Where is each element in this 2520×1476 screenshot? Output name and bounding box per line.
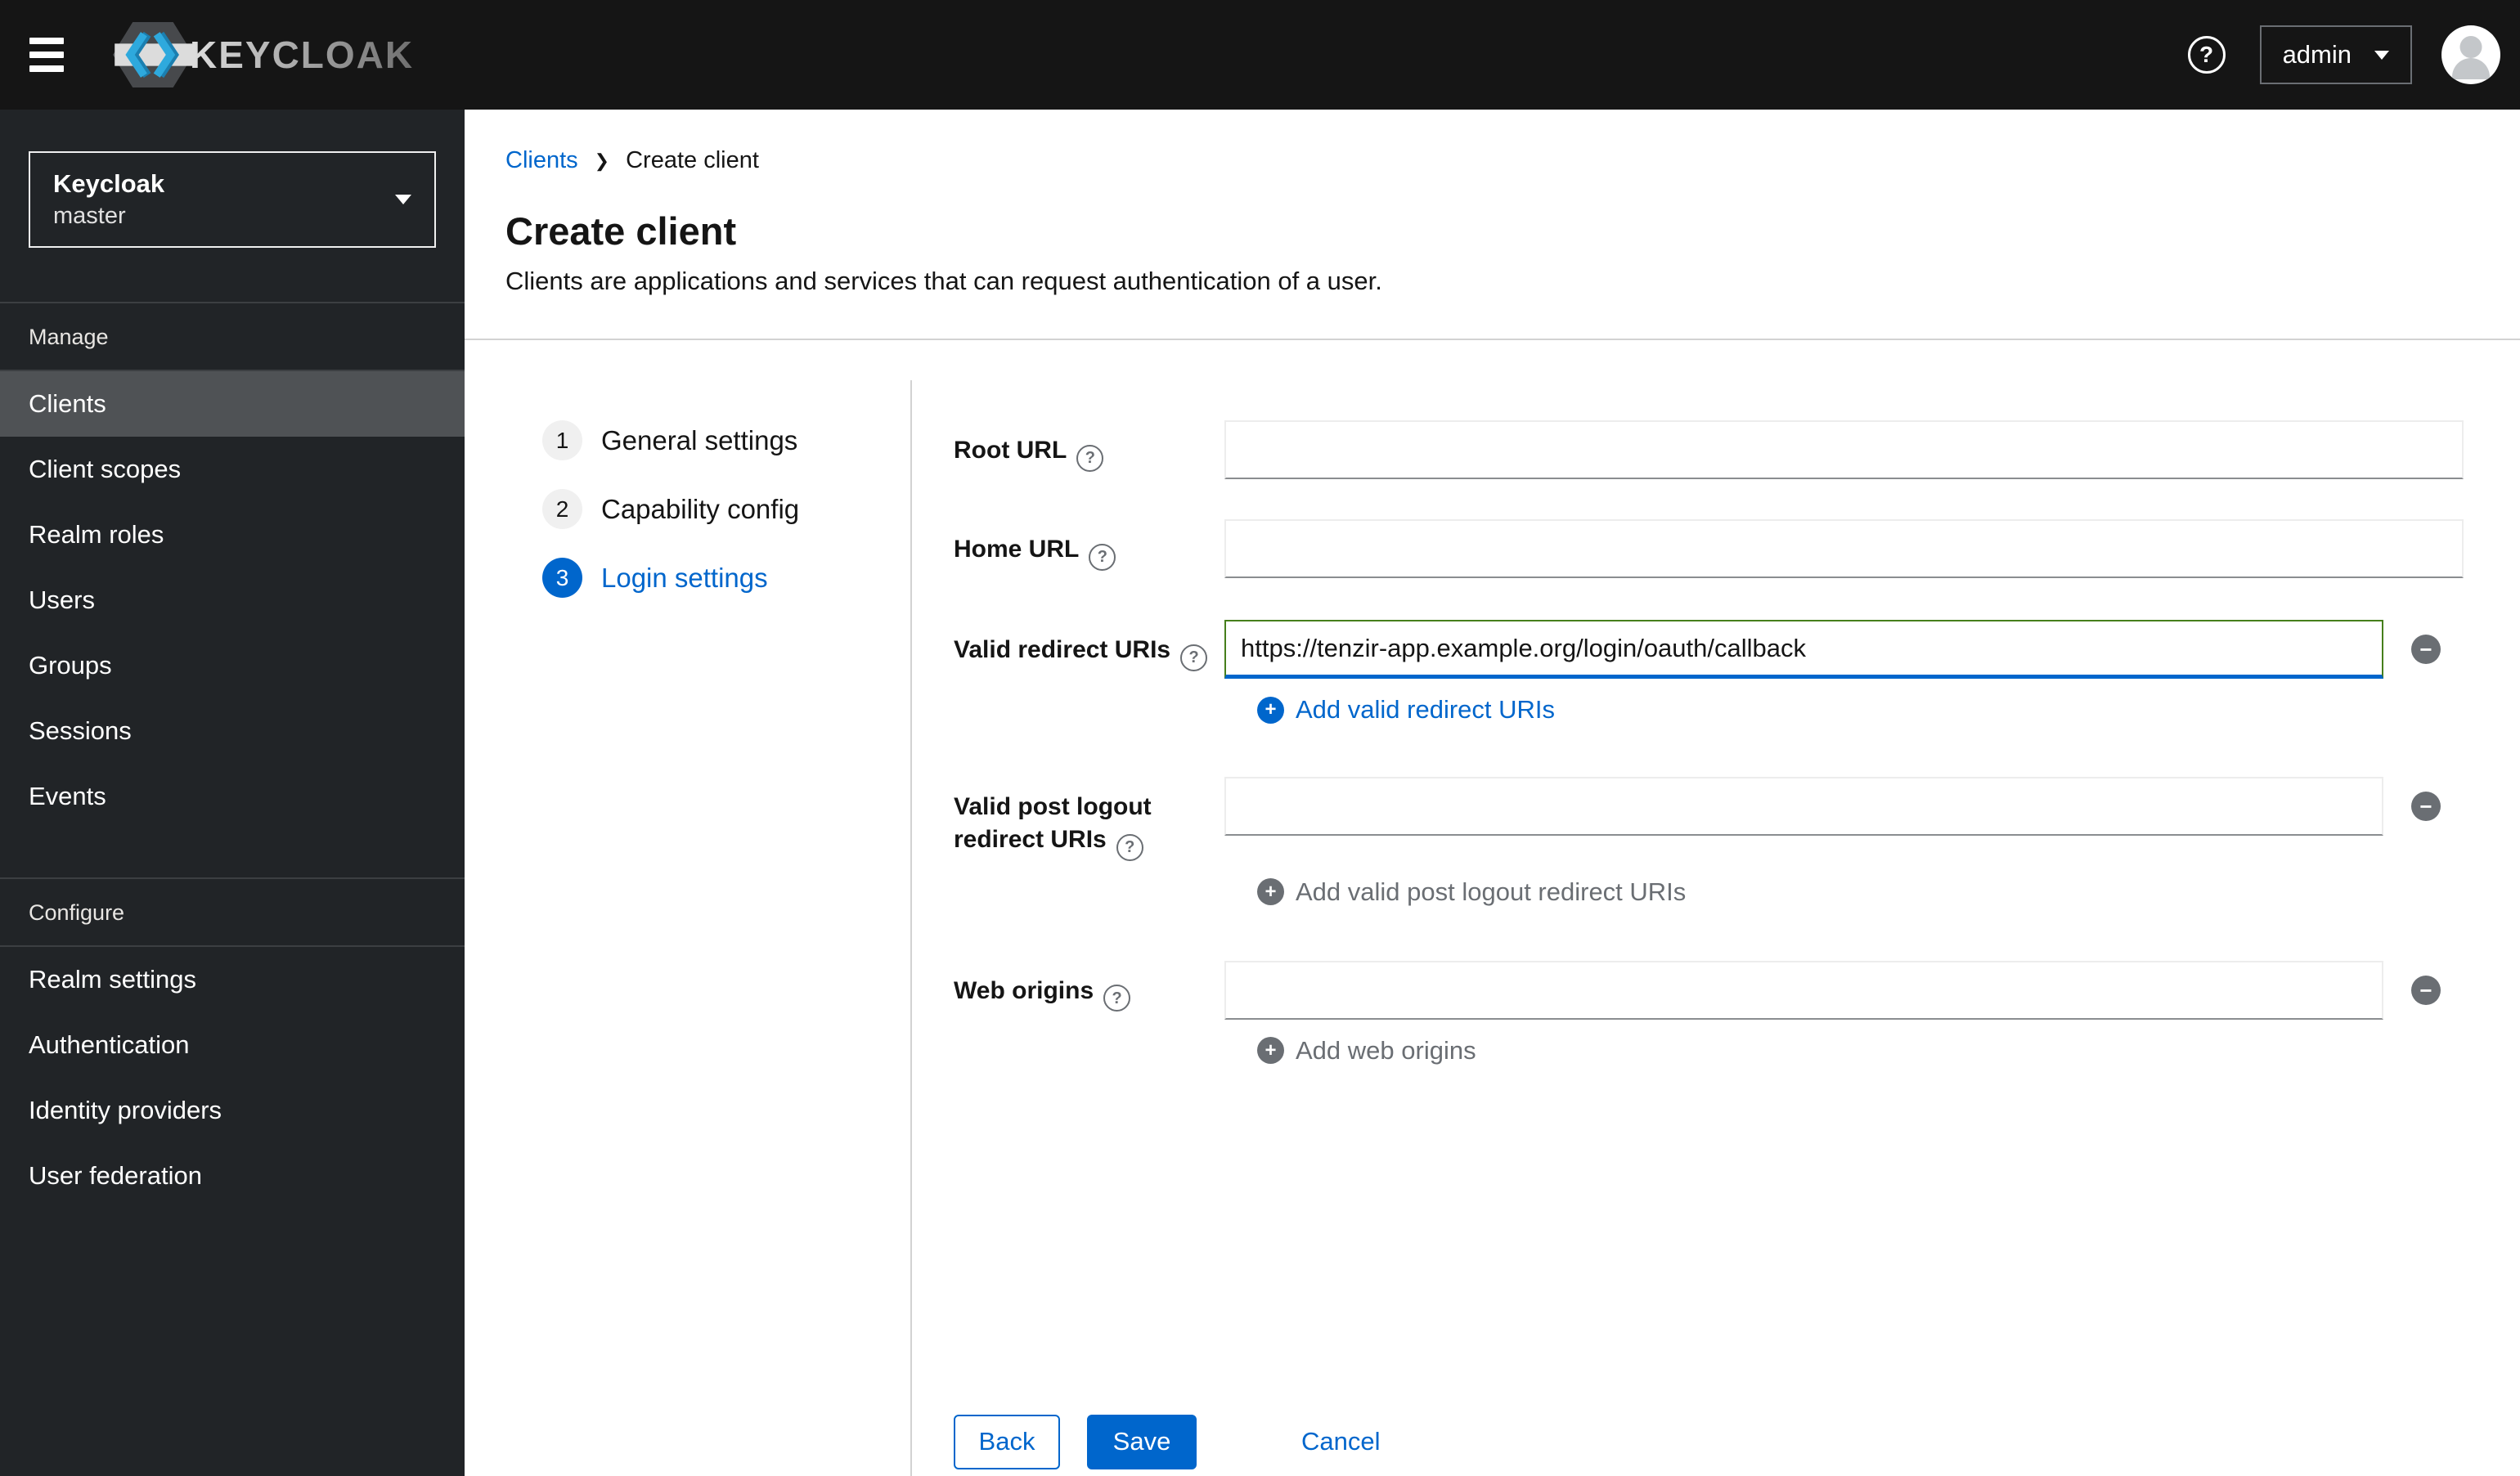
- home-url-input[interactable]: [1224, 519, 2464, 578]
- web-origins-label: Web origins: [954, 976, 1094, 1004]
- save-button[interactable]: Save: [1087, 1414, 1197, 1469]
- sidebar-item-events[interactable]: Events: [0, 764, 465, 829]
- sidebar: Keycloak master Manage Clients Client sc…: [0, 110, 465, 1476]
- step-number: 3: [542, 558, 582, 598]
- hamburger-menu-icon[interactable]: [29, 37, 65, 73]
- help-icon[interactable]: ?: [2187, 36, 2226, 74]
- remove-redirect-uri-icon[interactable]: −: [2411, 635, 2441, 664]
- help-question-icon[interactable]: ?: [1103, 985, 1131, 1012]
- remove-post-logout-uri-icon[interactable]: −: [2411, 792, 2441, 821]
- wizard-step-capability-config[interactable]: 2 Capability config: [542, 489, 910, 529]
- add-valid-redirect-uris-link[interactable]: + Add valid redirect URIs: [1257, 693, 2520, 726]
- breadcrumb: Clients ❯ Create client: [505, 147, 2520, 174]
- section-header-configure: Configure: [0, 877, 465, 947]
- plus-circle-icon: +: [1257, 1037, 1284, 1064]
- wizard-step-login-settings[interactable]: 3 Login settings: [542, 558, 910, 598]
- sidebar-item-user-federation[interactable]: User federation: [0, 1143, 465, 1209]
- realm-selector-title: Keycloak: [53, 169, 165, 198]
- root-url-label: Root URL: [954, 437, 1067, 464]
- wizard-step-general-settings[interactable]: 1 General settings: [542, 420, 910, 460]
- valid-redirect-uris-group: Valid redirect URIs? − + Add valid redir…: [954, 620, 2520, 726]
- web-origins-group: Web origins? − + Add web origins: [954, 960, 2520, 1067]
- help-question-icon[interactable]: ?: [1089, 543, 1116, 571]
- wizard-actions: Back Save Cancel: [954, 1414, 2520, 1469]
- sidebar-item-groups[interactable]: Groups: [0, 633, 465, 698]
- manage-nav-list: Clients Client scopes Realm roles Users …: [0, 371, 465, 829]
- help-question-icon[interactable]: ?: [1180, 644, 1208, 671]
- sidebar-item-realm-roles[interactable]: Realm roles: [0, 502, 465, 568]
- keycloak-hexagon-icon: [113, 22, 193, 87]
- user-dropdown[interactable]: admin: [2259, 25, 2412, 84]
- sidebar-item-clients[interactable]: Clients: [0, 371, 465, 437]
- sidebar-item-authentication[interactable]: Authentication: [0, 1012, 465, 1078]
- masthead: KEYCLOAK ? admin: [0, 0, 2520, 110]
- configure-nav-list: Realm settings Authentication Identity p…: [0, 947, 465, 1209]
- sidebar-item-identity-providers[interactable]: Identity providers: [0, 1078, 465, 1143]
- add-post-logout-uris-link[interactable]: + Add valid post logout redirect URIs: [1257, 876, 2520, 908]
- realm-selector-current: master: [53, 203, 126, 229]
- brand-wordmark: KEYCLOAK: [190, 34, 415, 76]
- help-question-icon[interactable]: ?: [1116, 833, 1143, 861]
- username-label: admin: [2282, 40, 2352, 69]
- keycloak-logo[interactable]: KEYCLOAK: [113, 20, 414, 89]
- sidebar-item-client-scopes[interactable]: Client scopes: [0, 437, 465, 502]
- post-logout-uris-input[interactable]: [1224, 777, 2383, 836]
- cancel-button[interactable]: Cancel: [1301, 1427, 1381, 1456]
- plus-circle-icon: +: [1257, 696, 1284, 724]
- keycloak-admin-console: KEYCLOAK ? admin Keycloak master Manage …: [0, 0, 2520, 1476]
- back-button[interactable]: Back: [954, 1414, 1060, 1469]
- home-url-row: Home URL?: [954, 519, 2520, 578]
- chevron-down-icon: [2374, 50, 2389, 60]
- step-number: 2: [542, 489, 582, 529]
- post-logout-uris-group: Valid post logout redirect URIs? − + Add…: [954, 777, 2520, 908]
- plus-circle-icon: +: [1257, 878, 1284, 905]
- home-url-label: Home URL: [954, 536, 1080, 563]
- page-title: Create client: [505, 209, 737, 253]
- valid-redirect-uris-input[interactable]: [1224, 620, 2383, 679]
- root-url-row: Root URL?: [954, 420, 2520, 479]
- help-question-icon[interactable]: ?: [1076, 444, 1104, 472]
- valid-redirect-uris-label: Valid redirect URIs: [954, 636, 1171, 663]
- masthead-actions: ? admin: [2187, 25, 2500, 84]
- page-subtitle: Clients are applications and services th…: [505, 267, 1382, 295]
- web-origins-input[interactable]: [1224, 960, 2383, 1020]
- main-content: Clients ❯ Create client Create client Cl…: [465, 110, 2520, 1476]
- section-header-manage: Manage: [0, 302, 465, 371]
- sidebar-item-sessions[interactable]: Sessions: [0, 698, 465, 764]
- breadcrumb-divider-icon: ❯: [594, 150, 610, 171]
- avatar[interactable]: [2441, 25, 2500, 84]
- breadcrumb-current: Create client: [626, 147, 759, 173]
- login-settings-form: Root URL? Home URL? Valid redirect URIs …: [912, 340, 2520, 1476]
- wizard-nav: 1 General settings 2 Capability config 3…: [465, 380, 912, 1476]
- breadcrumb-clients-link[interactable]: Clients: [505, 147, 578, 174]
- remove-web-origin-icon[interactable]: −: [2411, 975, 2441, 1005]
- add-web-origins-link[interactable]: + Add web origins: [1257, 1034, 2520, 1067]
- page-header: Clients ❯ Create client Create client Cl…: [465, 110, 2520, 340]
- sidebar-item-realm-settings[interactable]: Realm settings: [0, 947, 465, 1012]
- chevron-down-icon: [395, 195, 411, 204]
- sidebar-item-users[interactable]: Users: [0, 568, 465, 633]
- step-number: 1: [542, 420, 582, 460]
- realm-selector[interactable]: Keycloak master: [29, 151, 436, 248]
- root-url-input[interactable]: [1224, 420, 2464, 479]
